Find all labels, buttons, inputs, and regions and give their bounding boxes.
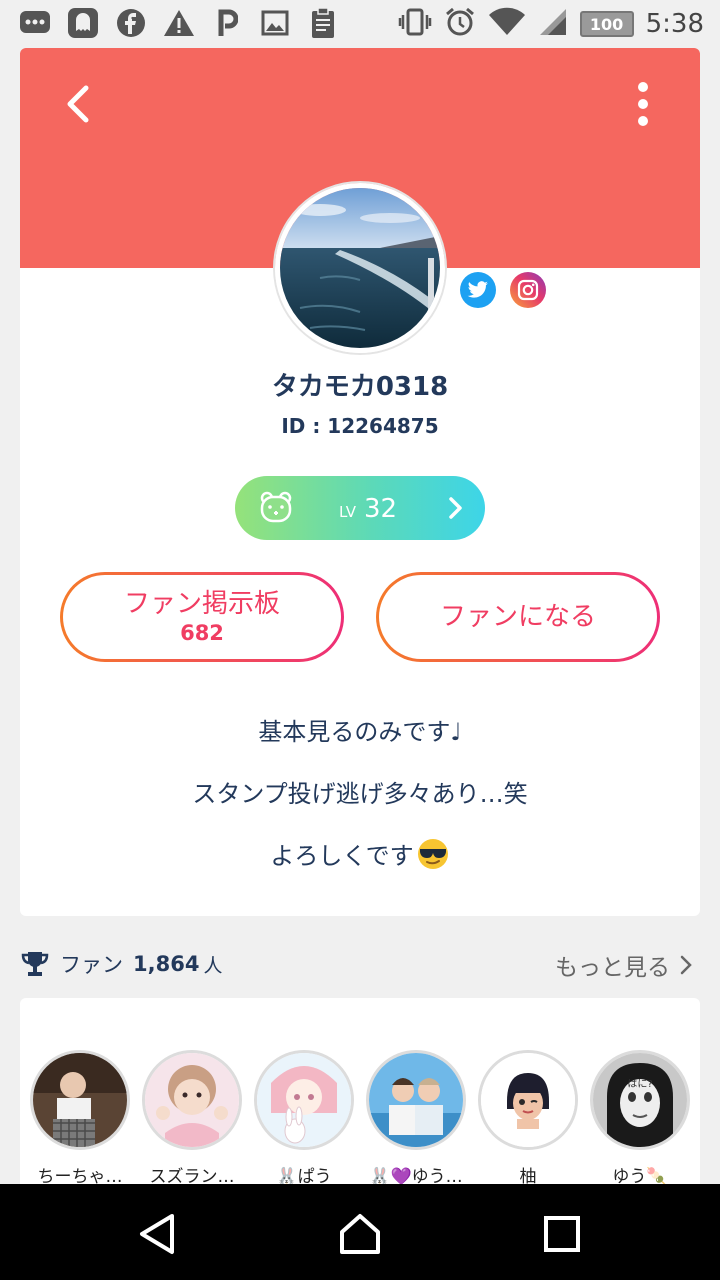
fan-item[interactable]: 🐰💜ゆう… [364,1050,468,1187]
more-options-button[interactable] [628,78,658,130]
fan-item[interactable]: 🐰ぱう [252,1050,356,1187]
sunglasses-emoji-icon [417,838,448,869]
navigation-bar [0,1184,720,1280]
fan-avatar [142,1050,242,1150]
messages-icon [18,6,52,40]
status-bar: 100 5:38 [0,0,720,48]
fan-avatar [30,1050,130,1150]
fan-board-label: ファン掲示板 [123,589,280,619]
battery-indicator: 100 [579,11,634,37]
profile-avatar[interactable] [275,183,445,353]
fan-avatar [366,1050,466,1150]
fan-avatar [478,1050,578,1150]
fan-avatar: はに? [590,1050,690,1150]
chevron-left-icon [67,85,89,123]
fans-label: ファン [60,953,123,977]
fans-unit: 人 [203,954,223,977]
facebook-icon [114,6,148,40]
level-button[interactable]: LV 32 [235,476,485,540]
chevron-right-icon [680,955,692,975]
user-id: ID : 12264875 [281,414,439,438]
vibrate-icon [398,7,432,41]
chevron-right-icon [449,497,462,519]
dot-icon [638,116,648,126]
image-icon [258,6,292,40]
back-button[interactable] [56,80,104,128]
wifi-icon [488,7,526,41]
bear-icon [260,491,292,523]
instagram-icon[interactable] [510,272,546,308]
become-fan-label: ファンになる [439,602,596,632]
fan-item[interactable]: はに? ゆう🍡 [588,1050,692,1187]
level-prefix: LV [339,503,356,521]
ghost-app-icon [66,6,100,40]
home-nav-icon [340,1214,380,1254]
fans-section-header: ファン 1,864 人 もっと見る [20,944,700,984]
fan-item[interactable]: 柚 [476,1050,580,1187]
svg-text:はに?: はに? [627,1078,652,1090]
back-nav-button[interactable] [136,1212,180,1256]
bio-line-3: よろしくです [20,836,700,871]
username: タカモカ0318 [271,372,449,402]
level-indicator: LV 32 [339,494,397,524]
notification-icons [18,6,340,40]
twitter-icon[interactable] [460,272,496,308]
p-app-icon [210,6,244,40]
fan-board-count: 682 [180,621,224,645]
system-icons: 100 5:38 [398,6,704,42]
bio-line-1: 基本見るのみです♩ [258,718,462,746]
dot-icon [638,99,648,109]
dot-icon [638,82,648,92]
recents-nav-button[interactable] [540,1212,584,1256]
bio-line-3-text: よろしくです [270,842,414,870]
bio-line-2: スタンプ投げ逃げ多々あり…笑 [192,780,528,808]
fan-avatar [254,1050,354,1150]
see-more-link[interactable]: もっと見る [555,948,694,982]
level-value: 32 [363,494,398,524]
home-nav-button[interactable] [338,1212,382,1256]
back-nav-icon [140,1214,174,1254]
recents-nav-icon [544,1216,580,1252]
warning-icon [162,6,196,40]
fans-list: ちーちゃ… スズラン… 🐰ぱう 🐰💜ゆう… 柚 はに? ゆう🍡 [20,998,700,1198]
see-more-label: もっと見る [555,955,670,981]
sea-photo [280,188,440,348]
become-fan-button[interactable]: ファンになる [376,572,660,662]
profile-card: タカモカ0318 ID : 12264875 LV 32 ファン掲示板 682 … [20,48,700,916]
alarm-icon [444,6,476,42]
fan-board-button[interactable]: ファン掲示板 682 [60,572,344,662]
fan-item[interactable]: スズラン… [140,1050,244,1187]
fan-item[interactable]: ちーちゃ… [28,1050,132,1187]
fans-count: 1,864 [133,952,200,976]
signal-icon [538,7,568,41]
clock: 5:38 [645,9,704,39]
clipboard-icon [306,6,340,40]
trophy-icon [21,952,49,976]
